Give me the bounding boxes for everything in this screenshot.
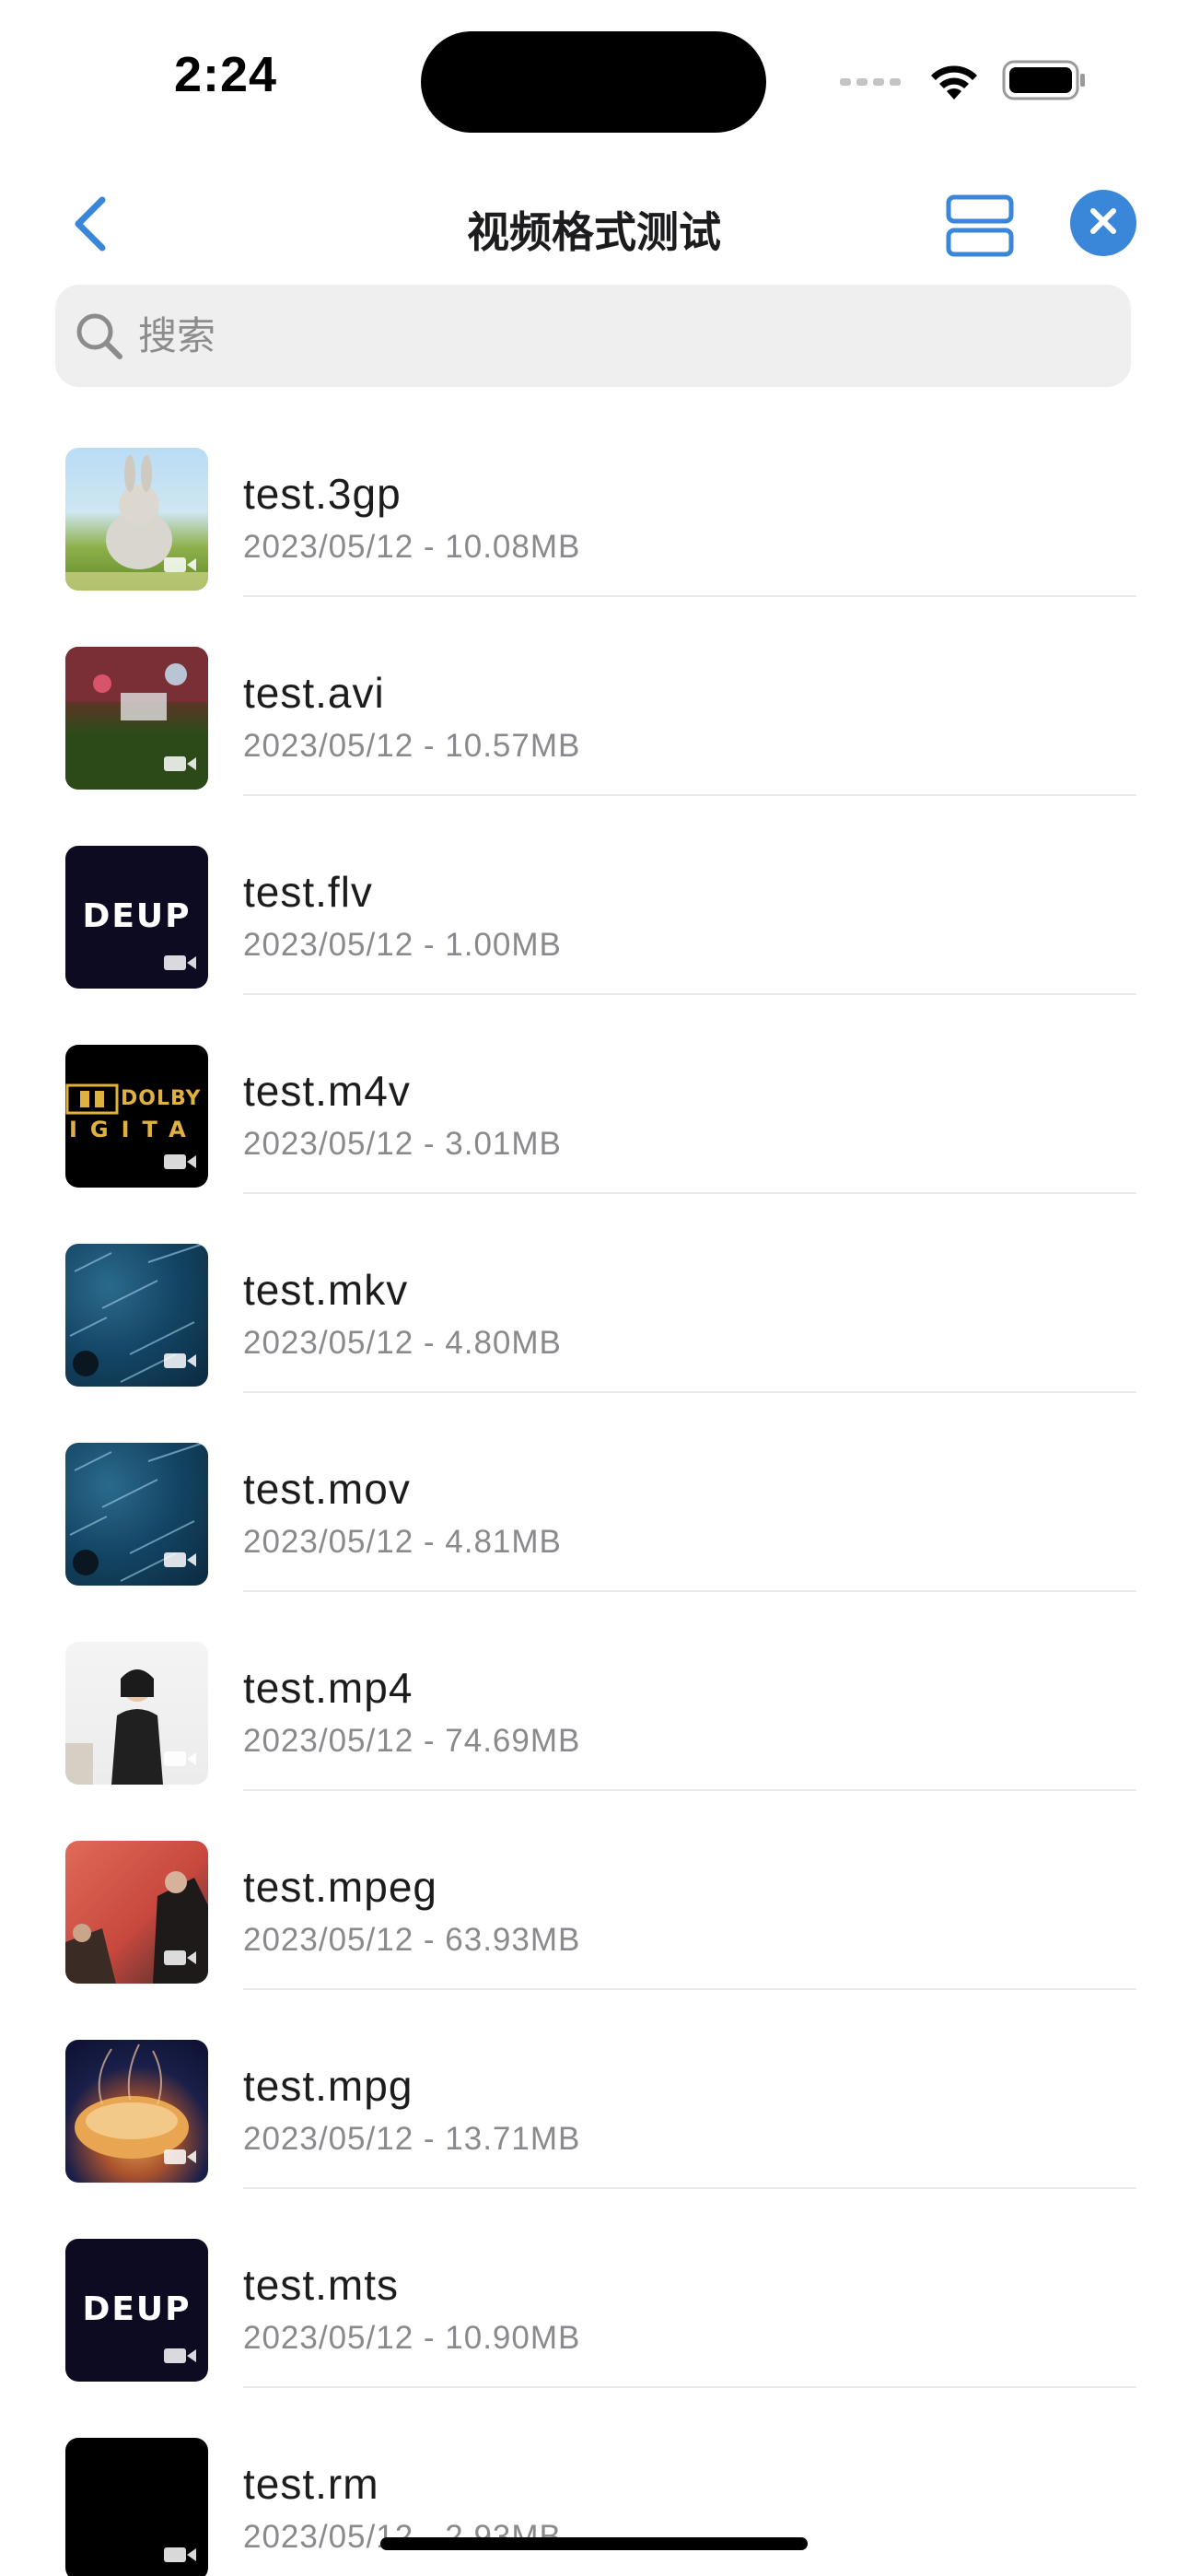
search-icon xyxy=(72,309,127,364)
screen: 2:24 视频格式测试 搜索 test.3gp 2023/05/12 - 10.… xyxy=(0,0,1188,2576)
file-row[interactable]: DEUP test.flv 2023/05/12 - 1.00MB xyxy=(0,796,1188,995)
status-bar: 2:24 xyxy=(0,0,1188,147)
file-name: test.mov xyxy=(243,1465,411,1513)
file-name: test.flv xyxy=(243,868,373,916)
wifi-icon xyxy=(926,59,982,106)
dolby-logo-top: DOLBY xyxy=(121,1087,202,1110)
file-meta: 2023/05/12 - 1.00MB xyxy=(243,927,562,963)
file-row[interactable]: test.mp4 2023/05/12 - 74.69MB xyxy=(0,1592,1188,1791)
battery-icon xyxy=(1002,59,1087,106)
dynamic-island xyxy=(421,31,766,133)
video-camera-icon xyxy=(164,1948,197,1973)
close-icon xyxy=(1088,205,1119,241)
video-camera-icon xyxy=(164,1351,197,1376)
file-name: test.3gp xyxy=(243,470,402,518)
file-row[interactable]: test.mpg 2023/05/12 - 13.71MB xyxy=(0,1990,1188,2189)
status-time: 2:24 xyxy=(173,47,278,102)
file-name: test.mkv xyxy=(243,1266,409,1314)
deup-logo: DEUP xyxy=(82,2290,192,2328)
status-icons xyxy=(838,59,1087,105)
file-name: test.mpeg xyxy=(243,1863,437,1911)
file-name: test.mts xyxy=(243,2261,400,2309)
file-meta: 2023/05/12 - 63.93MB xyxy=(243,1922,581,1958)
search-bar[interactable] xyxy=(55,285,1131,387)
file-meta: 2023/05/12 - 4.81MB xyxy=(243,1524,562,1560)
file-name: test.m4v xyxy=(243,1067,411,1115)
file-row[interactable]: test.3gp 2023/05/12 - 10.08MB xyxy=(0,398,1188,597)
file-meta: 2023/05/12 - 10.08MB xyxy=(243,529,581,565)
close-button[interactable] xyxy=(1070,190,1136,256)
search-input[interactable] xyxy=(138,285,1131,387)
file-meta: 2023/05/12 - 10.57MB xyxy=(243,728,581,764)
file-meta: 2023/05/12 - 74.69MB xyxy=(243,1723,581,1759)
file-name: test.avi xyxy=(243,669,385,717)
file-row[interactable]: DOLBY IGITA test.m4v 2023/05/12 - 3.01MB xyxy=(0,995,1188,1194)
video-thumbnail xyxy=(65,2438,208,2576)
video-camera-icon xyxy=(164,2147,197,2172)
file-row[interactable]: test.avi 2023/05/12 - 10.57MB xyxy=(0,597,1188,796)
video-camera-icon xyxy=(164,1550,197,1575)
file-name: test.mpg xyxy=(243,2062,413,2110)
video-thumbnail xyxy=(65,448,208,591)
video-thumbnail: DEUP xyxy=(65,2239,208,2382)
video-camera-icon xyxy=(164,1152,197,1177)
file-meta: 2023/05/12 - 10.90MB xyxy=(243,2320,581,2356)
home-indicator[interactable] xyxy=(380,2537,808,2550)
dolby-logo-bottom: IGITA xyxy=(69,1117,199,1142)
file-row[interactable]: test.mov 2023/05/12 - 4.81MB xyxy=(0,1393,1188,1592)
video-thumbnail xyxy=(65,1244,208,1387)
video-thumbnail xyxy=(65,1443,208,1586)
file-row[interactable]: test.mpeg 2023/05/12 - 63.93MB xyxy=(0,1791,1188,1990)
file-meta: 2023/05/12 - 3.01MB xyxy=(243,1126,562,1162)
file-meta: 2023/05/12 - 4.80MB xyxy=(243,1325,562,1361)
video-camera-icon xyxy=(164,1749,197,1774)
video-thumbnail xyxy=(65,1841,208,1984)
file-meta: 2023/05/12 - 13.71MB xyxy=(243,2121,581,2157)
video-camera-icon xyxy=(164,953,197,978)
video-camera-icon xyxy=(164,555,197,580)
file-name: test.mp4 xyxy=(243,1664,413,1712)
layout-toggle-button[interactable] xyxy=(944,192,1018,262)
file-name: test.rm xyxy=(243,2460,379,2508)
video-thumbnail xyxy=(65,2040,208,2183)
video-camera-icon xyxy=(164,2545,197,2570)
cellular-signal-icon xyxy=(838,71,906,94)
video-thumbnail xyxy=(65,647,208,790)
video-thumbnail xyxy=(65,1642,208,1785)
list-layout-icon xyxy=(944,194,1018,265)
video-camera-icon xyxy=(164,2346,197,2371)
nav-bar: 视频格式测试 xyxy=(0,175,1188,276)
file-row[interactable]: test.mkv 2023/05/12 - 4.80MB xyxy=(0,1194,1188,1393)
video-thumbnail: DEUP xyxy=(65,846,208,989)
file-list: test.3gp 2023/05/12 - 10.08MB test.avi 2… xyxy=(0,398,1188,2576)
deup-logo: DEUP xyxy=(82,897,192,935)
file-row[interactable]: DEUP test.mts 2023/05/12 - 10.90MB xyxy=(0,2189,1188,2388)
video-thumbnail: DOLBY IGITA xyxy=(65,1045,208,1188)
video-camera-icon xyxy=(164,754,197,779)
